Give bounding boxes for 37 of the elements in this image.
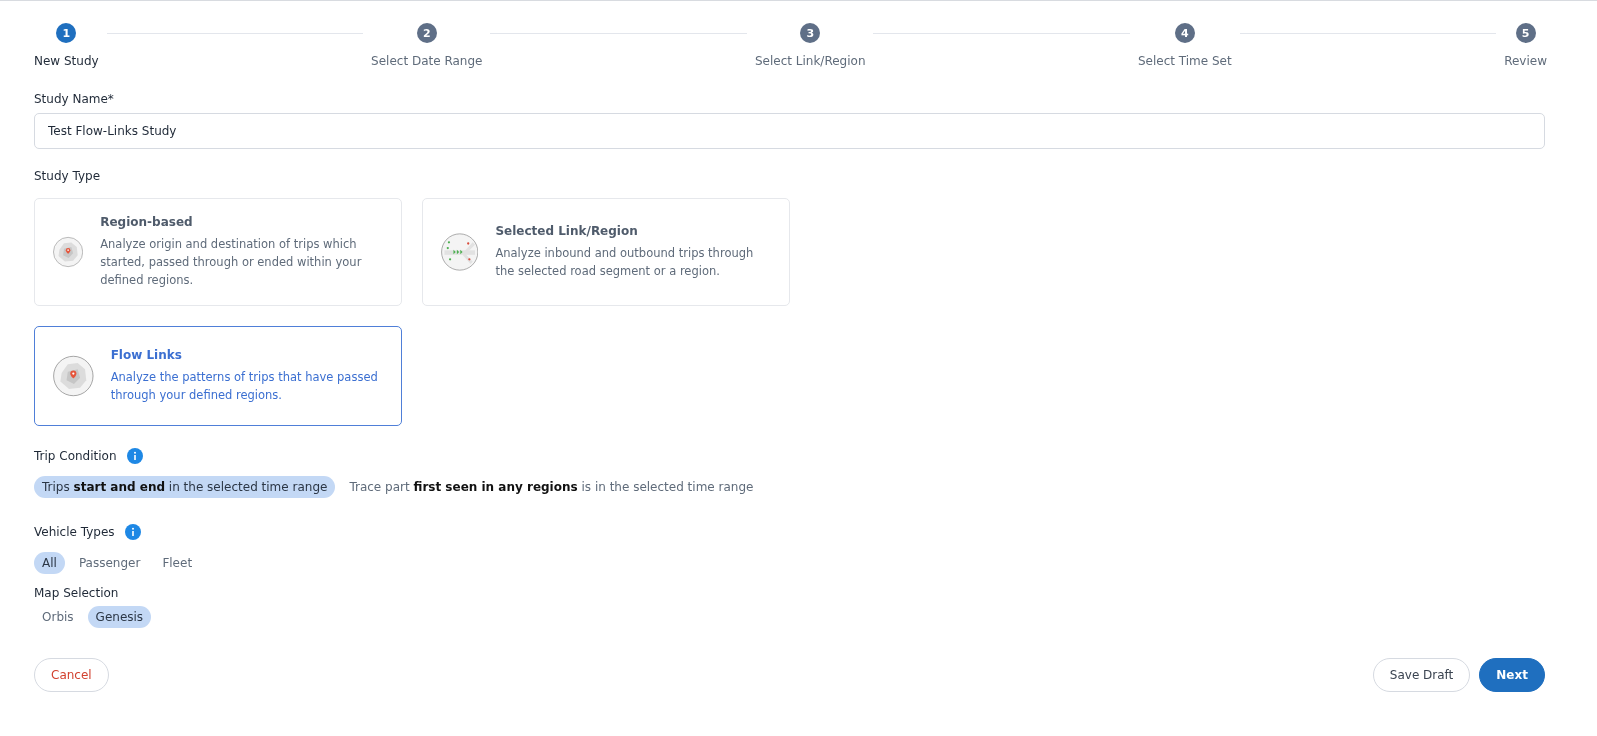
card-description: Analyze inbound and outbound trips through the selected road segment or a region. — [495, 245, 755, 280]
option-chip[interactable]: All — [34, 552, 65, 574]
study-type-card[interactable]: Flow Links Analyze the patterns of trips that have passed through your defined regions. — [34, 326, 402, 426]
study-type-card[interactable]: Selected Link/Region Analyze inbound and outbound trips through the selected road segment or a region. — [422, 198, 790, 306]
section-label: Map Selection — [34, 586, 119, 600]
option-chip[interactable]: Orbis — [34, 606, 82, 628]
step-number: 3 — [800, 23, 821, 43]
step-label: Review — [1504, 54, 1547, 68]
step-label: Select Link/Region — [754, 54, 866, 68]
card-title: Selected Link/Region — [495, 224, 639, 238]
step-number: 4 — [1174, 23, 1195, 43]
option-chip[interactable]: Trips start and end in the selected time range — [34, 476, 336, 498]
option-chip[interactable]: Passenger — [70, 552, 149, 574]
card-description: Analyze origin and destination of trips which started, passed through or ended within your defined regions. — [100, 236, 363, 289]
study-name-input[interactable]: Test Flow-Links Study — [34, 113, 1545, 149]
section-label: Study Type — [34, 169, 102, 183]
option-chip[interactable]: Trace part first seen in any regions is in the selected time range — [341, 476, 762, 498]
save-draft-button[interactable]: Save Draft — [1372, 658, 1471, 692]
field-label: Study Name* — [34, 92, 115, 106]
option-chip[interactable]: Fleet — [154, 552, 201, 574]
step-label: Select Date Range — [371, 54, 483, 68]
card-description: Analyze the patterns of trips that have passed through your defined regions. — [110, 369, 379, 404]
step-label: New Study — [34, 54, 99, 68]
next-button[interactable]: Next — [1479, 658, 1545, 692]
card-title: Flow Links — [110, 348, 183, 362]
option-chip[interactable]: Genesis — [87, 606, 152, 628]
study-type-card[interactable]: Region-based Analyze origin and destination of trips which started, passed through or ended within your defined regions. — [34, 198, 402, 306]
step-number: 5 — [1515, 23, 1536, 43]
step-number: 2 — [416, 23, 437, 43]
info-icon[interactable] — [126, 448, 143, 464]
section-label: Trip Condition — [34, 449, 117, 463]
card-title: Region-based — [100, 215, 194, 229]
cancel-button[interactable]: Cancel — [34, 658, 109, 692]
step-label: Select Time Set — [1137, 54, 1232, 68]
section-label: Vehicle Types — [34, 525, 115, 539]
info-icon[interactable] — [124, 524, 141, 540]
step-number: 1 — [56, 23, 77, 43]
